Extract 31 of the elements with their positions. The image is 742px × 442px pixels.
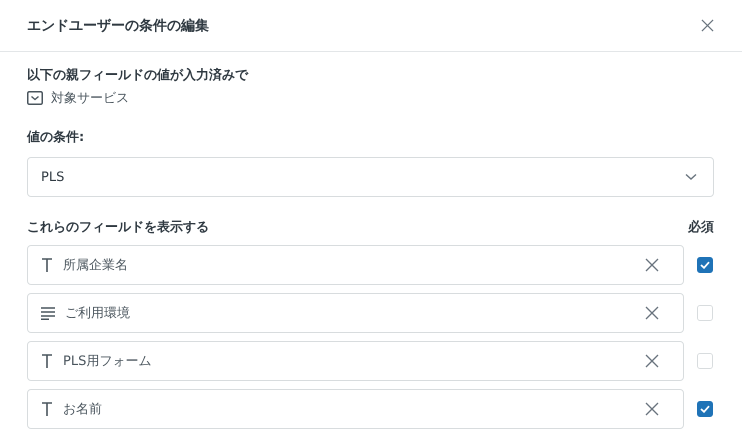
parent-field-label: 以下の親フィールドの値が入力済みで (27, 67, 250, 85)
field-item[interactable]: ご利用環境 (27, 293, 684, 333)
dropdown-field-icon (27, 91, 43, 105)
condition-select[interactable]: PLS (27, 157, 714, 197)
dialog-title: エンドユーザーの条件の編集 (27, 16, 209, 34)
field-name: ご利用環境 (65, 305, 131, 322)
required-label: 必須 (688, 219, 714, 237)
condition-label: 値の条件: (27, 129, 86, 147)
close-icon (645, 306, 659, 320)
fields-label: これらのフィールドを表示する (27, 219, 209, 237)
field-name: PLS用フォーム (63, 353, 152, 370)
field-item[interactable]: お名前 (27, 389, 684, 429)
close-icon (701, 19, 714, 32)
paragraph-icon (41, 306, 55, 320)
field-item[interactable]: PLS用フォーム (27, 341, 684, 381)
close-icon (645, 354, 659, 368)
field-name: 所属企業名 (63, 257, 129, 274)
text-icon (41, 257, 53, 273)
check-icon (700, 405, 710, 413)
text-icon (41, 353, 53, 369)
field-name: お名前 (63, 401, 103, 418)
field-item[interactable]: 所属企業名 (27, 245, 684, 285)
required-checkbox[interactable] (697, 257, 713, 273)
check-icon (700, 261, 710, 269)
close-button[interactable] (699, 17, 716, 34)
close-icon (645, 258, 659, 272)
chevron-down-icon (685, 173, 697, 181)
parent-field-name: 対象サービス (51, 90, 129, 107)
required-checkbox[interactable] (697, 401, 713, 417)
text-icon (41, 401, 53, 417)
close-icon (645, 402, 659, 416)
